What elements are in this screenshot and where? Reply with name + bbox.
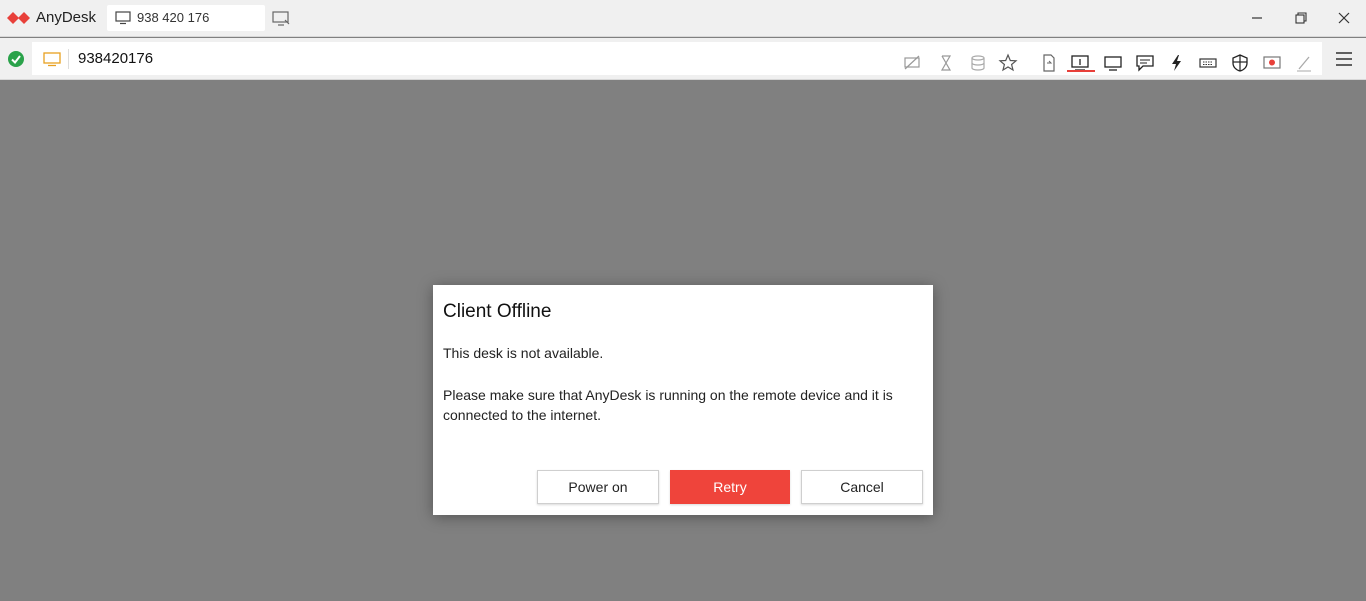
permissions-shield-icon[interactable] xyxy=(1230,53,1250,73)
anydesk-logo-icon xyxy=(7,12,30,24)
new-session-icon[interactable] xyxy=(272,11,290,27)
session-toolbar: 938420176 xyxy=(0,38,1366,80)
address-bar[interactable]: 938420176 xyxy=(32,42,1322,75)
dialog-message-instructions: Please make sure that AnyDesk is running… xyxy=(443,387,893,423)
main-menu-icon[interactable] xyxy=(1334,50,1354,68)
address-input[interactable]: 938420176 xyxy=(78,50,153,67)
app-name: AnyDesk xyxy=(36,9,97,26)
title-bar: AnyDesk 938 420 176 xyxy=(0,0,1366,37)
restore-icon[interactable] xyxy=(1291,9,1311,27)
monitor-icon xyxy=(115,11,131,25)
status-ok-icon xyxy=(8,51,24,67)
actions-lightning-icon[interactable] xyxy=(1167,53,1187,73)
power-on-button[interactable]: Power on xyxy=(537,470,659,504)
display-icon[interactable] xyxy=(1103,53,1123,73)
session-tab[interactable]: 938 420 176 xyxy=(107,5,265,31)
active-monitor-indicator xyxy=(1067,70,1095,72)
cancel-button[interactable]: Cancel xyxy=(801,470,923,504)
database-icon[interactable] xyxy=(968,53,988,73)
keyboard-icon[interactable] xyxy=(1198,53,1218,73)
chat-icon[interactable] xyxy=(1135,53,1155,73)
session-tab-label: 938 420 176 xyxy=(137,10,210,25)
dialog-message-unavailable: This desk is not available. xyxy=(443,345,604,361)
privacy-mode-icon[interactable] xyxy=(902,53,922,73)
minimize-icon[interactable] xyxy=(1247,9,1267,27)
record-icon[interactable] xyxy=(1262,53,1282,73)
file-transfer-icon[interactable] xyxy=(1039,53,1059,73)
whiteboard-pen-icon[interactable] xyxy=(1294,53,1314,73)
remote-monitor-icon xyxy=(43,52,61,67)
close-icon[interactable] xyxy=(1334,9,1354,27)
dialog-title: Client Offline xyxy=(443,301,552,322)
client-offline-dialog: Client Offline This desk is not availabl… xyxy=(433,285,933,515)
hourglass-icon[interactable] xyxy=(936,53,956,73)
favorite-star-icon[interactable] xyxy=(998,53,1018,73)
address-separator xyxy=(68,49,69,69)
retry-button[interactable]: Retry xyxy=(670,470,790,504)
